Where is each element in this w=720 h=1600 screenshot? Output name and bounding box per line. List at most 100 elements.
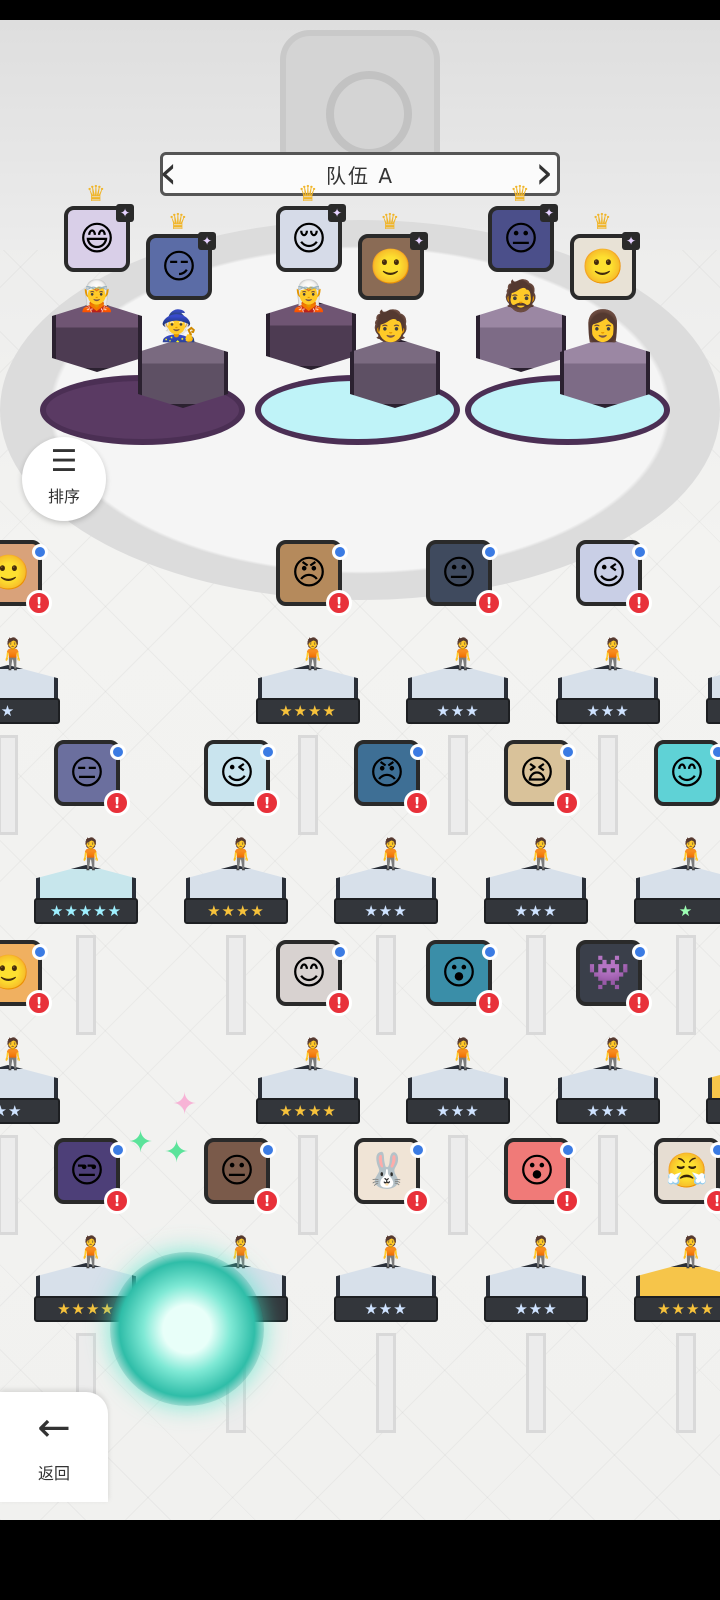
exclamation-icon: ! bbox=[26, 990, 52, 1016]
hero-face-icon: 🙂 bbox=[0, 956, 30, 990]
hero-face-icon: 😉 bbox=[219, 753, 255, 793]
hero-rank-stars: ★ bbox=[0, 698, 60, 724]
prev-team-arrow-icon[interactable]: ‹ bbox=[159, 149, 185, 196]
pedestal-pole bbox=[298, 1135, 318, 1235]
hero-face-icon: 😫 bbox=[519, 753, 555, 793]
exclamation-icon: ! bbox=[554, 1188, 580, 1214]
hero-sprite: 🧝 bbox=[290, 279, 328, 314]
class-star-icon: ✦ bbox=[328, 204, 346, 222]
pedestal-pole bbox=[448, 1135, 468, 1235]
hero-rank-stars: ★ bbox=[634, 898, 720, 924]
sort-icon: ☰ bbox=[50, 444, 78, 479]
hero-rank-stars: ★★★ bbox=[556, 1098, 660, 1124]
hero-face-icon: 😮 bbox=[519, 1151, 555, 1191]
class-star-icon: ✦ bbox=[410, 232, 428, 250]
hero-face-icon: 🙂 bbox=[0, 556, 30, 590]
crown-icon: ♛ bbox=[86, 182, 106, 207]
summon-effect bbox=[110, 1252, 264, 1406]
pedestal-pole bbox=[448, 735, 468, 835]
exclamation-icon: ! bbox=[626, 590, 652, 616]
crown-icon: ♛ bbox=[592, 210, 612, 235]
class-star-icon: ✦ bbox=[198, 232, 216, 250]
element-badge-icon bbox=[482, 544, 498, 560]
hero-face-icon: 🐰 bbox=[365, 1151, 409, 1191]
exclamation-icon: ! bbox=[26, 590, 52, 616]
element-badge-icon bbox=[410, 744, 426, 760]
hero-rank-stars: ★★★★ bbox=[256, 698, 360, 724]
hero-rank-stars: ★★★ bbox=[556, 698, 660, 724]
team-title: 队伍 A bbox=[325, 163, 395, 188]
team-block bbox=[350, 338, 440, 408]
hero-rank-stars: ★★ bbox=[0, 1098, 60, 1124]
sparkle-icon: ✦ bbox=[172, 1087, 198, 1122]
sort-button[interactable]: ☰ 排序 bbox=[22, 437, 106, 521]
hero-sprite: 🧍 bbox=[222, 837, 260, 872]
team-block bbox=[138, 338, 228, 408]
hero-face-icon: 😉 bbox=[591, 553, 627, 593]
hero-sprite: 🧍 bbox=[594, 1037, 632, 1072]
element-badge-icon bbox=[110, 744, 126, 760]
crown-icon: ♛ bbox=[380, 210, 400, 235]
hero-sprite: 🧍 bbox=[72, 1235, 110, 1270]
hero-rank-stars: ★★★ bbox=[406, 1098, 510, 1124]
exclamation-icon: ! bbox=[554, 790, 580, 816]
back-label: 返回 bbox=[37, 1464, 70, 1483]
exclamation-icon: ! bbox=[254, 790, 280, 816]
hero-face-icon: 😌 bbox=[291, 219, 327, 259]
hero-sprite: 🧍 bbox=[594, 637, 632, 672]
hero-face-icon: 😤 bbox=[665, 1151, 709, 1191]
element-badge-icon bbox=[482, 944, 498, 960]
crown-icon: ♛ bbox=[298, 182, 318, 207]
next-team-arrow-icon[interactable]: › bbox=[535, 149, 561, 196]
hero-face-icon: 🙂 bbox=[581, 247, 625, 287]
sparkle-icon: ✦ bbox=[164, 1135, 190, 1170]
system-nav-bar bbox=[0, 1520, 720, 1600]
hero-face-icon: 😊 bbox=[291, 953, 327, 993]
back-button[interactable]: ← 返回 bbox=[0, 1392, 108, 1502]
element-badge-icon bbox=[710, 1142, 720, 1158]
hero-face-icon: 😏 bbox=[161, 247, 197, 287]
hero-face-icon: 😐 bbox=[503, 219, 539, 259]
status-bar bbox=[0, 0, 720, 20]
element-badge-icon bbox=[560, 1142, 576, 1158]
crown-icon: ♛ bbox=[168, 210, 188, 235]
sparkle-icon: ✦ bbox=[128, 1125, 154, 1160]
exclamation-icon: ! bbox=[476, 590, 502, 616]
hero-sprite: 🧔 bbox=[502, 279, 540, 314]
exclamation-icon: ! bbox=[626, 990, 652, 1016]
hero-sprite: 🧍 bbox=[444, 637, 482, 672]
hero-rank-stars: ★★★ bbox=[406, 698, 510, 724]
hero-sprite: 🧙 bbox=[160, 309, 198, 344]
team-selector: ‹ 队伍 A › bbox=[159, 149, 561, 196]
exclamation-icon: ! bbox=[704, 1188, 720, 1214]
hero-rank-stars: ★★★ bbox=[334, 1296, 438, 1322]
exclamation-icon: ! bbox=[326, 990, 352, 1016]
hero-sprite: 🧍 bbox=[372, 1235, 410, 1270]
hero-sprite: 🧍 bbox=[0, 637, 32, 672]
element-badge-icon bbox=[32, 944, 48, 960]
element-badge-icon bbox=[332, 544, 348, 560]
pedestal-pole bbox=[0, 735, 18, 835]
pedestal-pole bbox=[226, 935, 246, 1035]
class-star-icon: ✦ bbox=[622, 232, 640, 250]
hero-face-icon: 😊 bbox=[669, 753, 705, 793]
hero-rank-stars: ★★★★ bbox=[184, 898, 288, 924]
pedestal-pole bbox=[526, 935, 546, 1035]
class-star-icon: ✦ bbox=[116, 204, 134, 222]
hero-rank-stars: ★★★★ bbox=[706, 1098, 720, 1124]
element-badge-icon bbox=[560, 744, 576, 760]
hero-sprite: 🧍 bbox=[0, 1037, 32, 1072]
hero-sprite: 🧍 bbox=[672, 837, 710, 872]
element-badge-icon bbox=[260, 1142, 276, 1158]
hero-sprite: 🧍 bbox=[522, 837, 560, 872]
hero-face-icon: 👾 bbox=[587, 953, 631, 993]
pedestal-pole bbox=[676, 1333, 696, 1433]
exclamation-icon: ! bbox=[476, 990, 502, 1016]
pedestal-pole bbox=[376, 1333, 396, 1433]
hero-sprite: 🧍 bbox=[372, 837, 410, 872]
hero-sprite: 🧍 bbox=[72, 837, 110, 872]
game-screen: ‹ 队伍 A › ♛😄✦🧝♛😏✦🧙♛😌✦🧝♛🙂✦🧑♛😐✦🧔♛🙂✦👩 ★🧍🙂!★★… bbox=[0, 20, 720, 1520]
element-badge-icon bbox=[260, 744, 276, 760]
hero-face-icon: 😐 bbox=[219, 1151, 255, 1191]
hero-rank-stars: ★★★ bbox=[484, 898, 588, 924]
